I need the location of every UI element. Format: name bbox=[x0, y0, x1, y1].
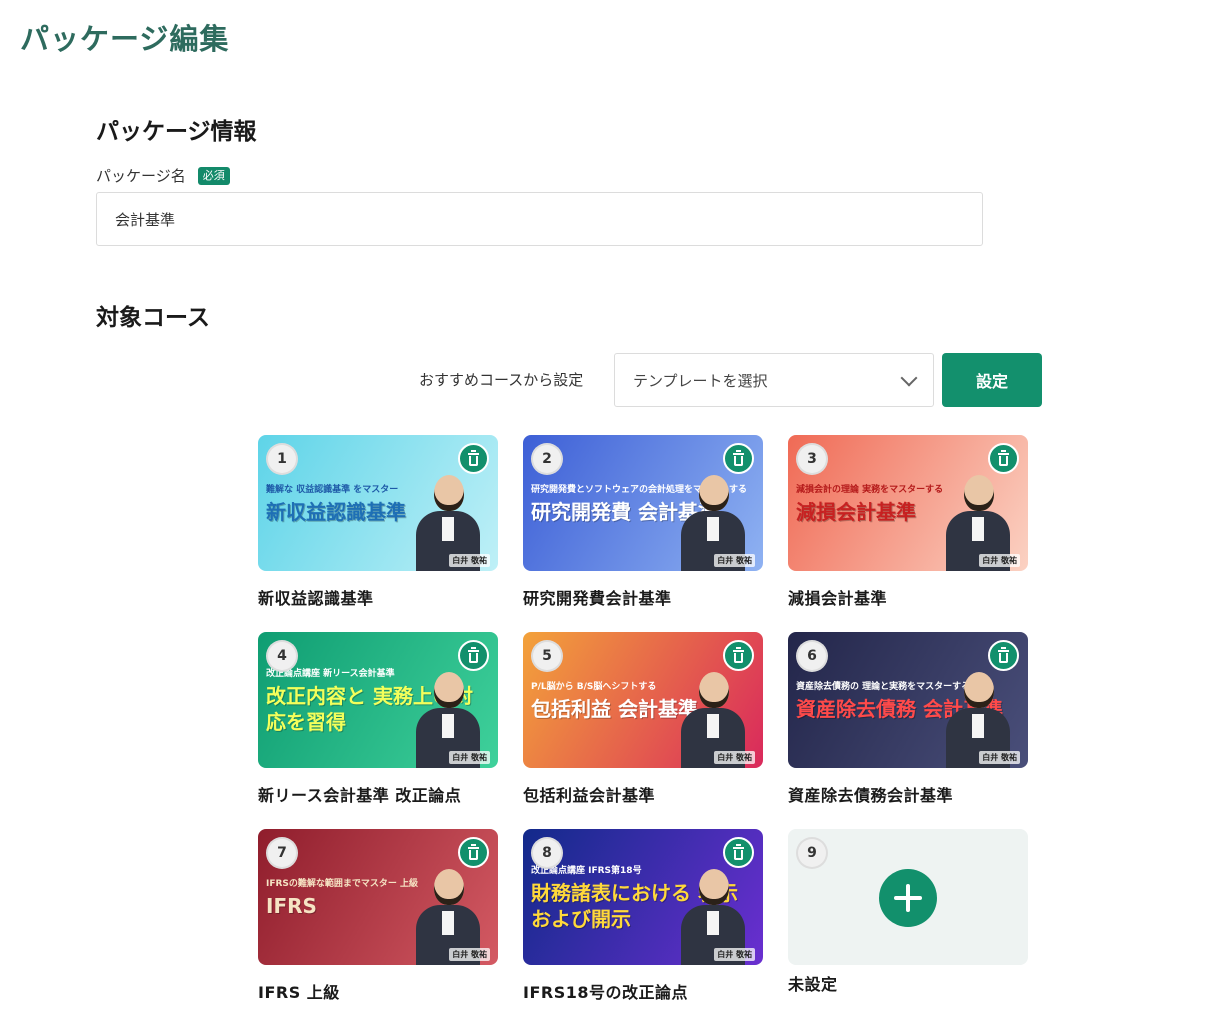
package-name-label: パッケージ名 必須 bbox=[96, 165, 230, 186]
course-card[interactable]: P/L脳から B/S脳へシフトする 包括利益 会計基準 白井 敬祐 5 包括利益会計基準 bbox=[523, 632, 763, 806]
page-title: パッケージ編集 bbox=[20, 22, 230, 56]
course-thumbnail[interactable]: 難解な 収益認識基準 をマスター 新収益認識基準 白井 敬祐 1 bbox=[258, 435, 498, 571]
instructor-caption: 白井 敬祐 bbox=[714, 751, 755, 764]
instructor-caption: 白井 敬祐 bbox=[449, 554, 490, 567]
instructor-caption: 白井 敬祐 bbox=[449, 948, 490, 961]
package-name-input[interactable] bbox=[96, 192, 983, 246]
template-select-value: テンプレートを選択 bbox=[633, 371, 768, 390]
add-slot-title: 未設定 bbox=[788, 975, 838, 994]
course-card[interactable]: 資産除去債務の 理論と実務をマスターする 資産除去債務 会計基準 白井 敬祐 6 資産除… bbox=[788, 632, 1028, 806]
course-title: 研究開発費会計基準 bbox=[523, 589, 672, 608]
course-thumbnail[interactable]: 減損会計の理論 実務をマスターする 減損会計基準 白井 敬祐 3 bbox=[788, 435, 1028, 571]
trash-icon[interactable] bbox=[723, 443, 754, 474]
trash-icon[interactable] bbox=[458, 443, 489, 474]
instructor-caption: 白井 敬祐 bbox=[979, 751, 1020, 764]
course-number-badge: 4 bbox=[268, 642, 296, 670]
course-title: 資産除去債務会計基準 bbox=[788, 786, 954, 805]
instructor-caption: 白井 敬祐 bbox=[979, 554, 1020, 567]
course-title: 新リース会計基準 改正論点 bbox=[258, 786, 462, 805]
course-card[interactable]: IFRSの難解な範囲までマスター 上級 IFRS 白井 敬祐 7 IFRS 上級 bbox=[258, 829, 498, 1003]
course-number-badge: 7 bbox=[268, 839, 296, 867]
set-button[interactable]: 設定 bbox=[942, 353, 1042, 407]
trash-icon[interactable] bbox=[988, 640, 1019, 671]
add-course-card[interactable]: 9 未設定 bbox=[788, 829, 1028, 995]
instructor-caption: 白井 敬祐 bbox=[714, 948, 755, 961]
instructor-caption: 白井 敬祐 bbox=[449, 751, 490, 764]
course-card[interactable]: 研究開発費とソフトウェアの会計処理をマスターする 研究開発費 会計基準 白井 敬祐 2… bbox=[523, 435, 763, 609]
course-card[interactable]: 難解な 収益認識基準 をマスター 新収益認識基準 白井 敬祐 1 新収益認識基準 bbox=[258, 435, 498, 609]
course-thumbnail[interactable]: IFRSの難解な範囲までマスター 上級 IFRS 白井 敬祐 7 bbox=[258, 829, 498, 965]
course-card[interactable]: 改正論点講座 IFRS第18号 財務諸表における 表示および開示 白井 敬祐 8 IFR… bbox=[523, 829, 763, 1003]
course-number-badge: 9 bbox=[798, 839, 826, 867]
course-number-badge: 6 bbox=[798, 642, 826, 670]
course-number-badge: 8 bbox=[533, 839, 561, 867]
template-select[interactable]: テンプレートを選択 bbox=[614, 353, 934, 407]
course-title: IFRS 上級 bbox=[258, 983, 340, 1002]
course-thumbnail[interactable]: 改正論点講座 新リース会計基準 改正内容と 実務上の対応を習得 白井 敬祐 4 bbox=[258, 632, 498, 768]
course-number-badge: 5 bbox=[533, 642, 561, 670]
trash-icon[interactable] bbox=[988, 443, 1019, 474]
trash-icon[interactable] bbox=[723, 640, 754, 671]
trash-icon[interactable] bbox=[458, 837, 489, 868]
course-card[interactable]: 改正論点講座 新リース会計基準 改正内容と 実務上の対応を習得 白井 敬祐 4 新リース… bbox=[258, 632, 498, 806]
course-title: 減損会計基準 bbox=[788, 589, 888, 608]
package-name-label-text: パッケージ名 bbox=[96, 167, 186, 185]
trash-icon[interactable] bbox=[458, 640, 489, 671]
course-title: 新収益認識基準 bbox=[258, 589, 374, 608]
course-title: 包括利益会計基準 bbox=[523, 786, 656, 805]
course-number-badge: 2 bbox=[533, 445, 561, 473]
course-number-badge: 3 bbox=[798, 445, 826, 473]
template-label: おすすめコースから設定 bbox=[419, 371, 584, 389]
instructor-caption: 白井 敬祐 bbox=[714, 554, 755, 567]
required-badge: 必須 bbox=[197, 166, 230, 185]
course-thumbnail[interactable]: P/L脳から B/S脳へシフトする 包括利益 会計基準 白井 敬祐 5 bbox=[523, 632, 763, 768]
course-title: IFRS18号の改正論点 bbox=[523, 983, 688, 1002]
course-number-badge: 1 bbox=[268, 445, 296, 473]
course-card[interactable]: 減損会計の理論 実務をマスターする 減損会計基準 白井 敬祐 3 減損会計基準 bbox=[788, 435, 1028, 609]
add-course-slot[interactable]: 9 bbox=[788, 829, 1028, 965]
trash-icon[interactable] bbox=[723, 837, 754, 868]
chevron-down-icon bbox=[900, 369, 918, 387]
package-info-heading: パッケージ情報 bbox=[96, 119, 257, 145]
course-thumbnail[interactable]: 研究開発費とソフトウェアの会計処理をマスターする 研究開発費 会計基準 白井 敬祐 2 bbox=[523, 435, 763, 571]
course-thumbnail[interactable]: 改正論点講座 IFRS第18号 財務諸表における 表示および開示 白井 敬祐 8 bbox=[523, 829, 763, 965]
plus-icon[interactable] bbox=[879, 869, 937, 927]
target-courses-heading: 対象コース bbox=[96, 305, 210, 331]
course-thumbnail[interactable]: 資産除去債務の 理論と実務をマスターする 資産除去債務 会計基準 白井 敬祐 6 bbox=[788, 632, 1028, 768]
